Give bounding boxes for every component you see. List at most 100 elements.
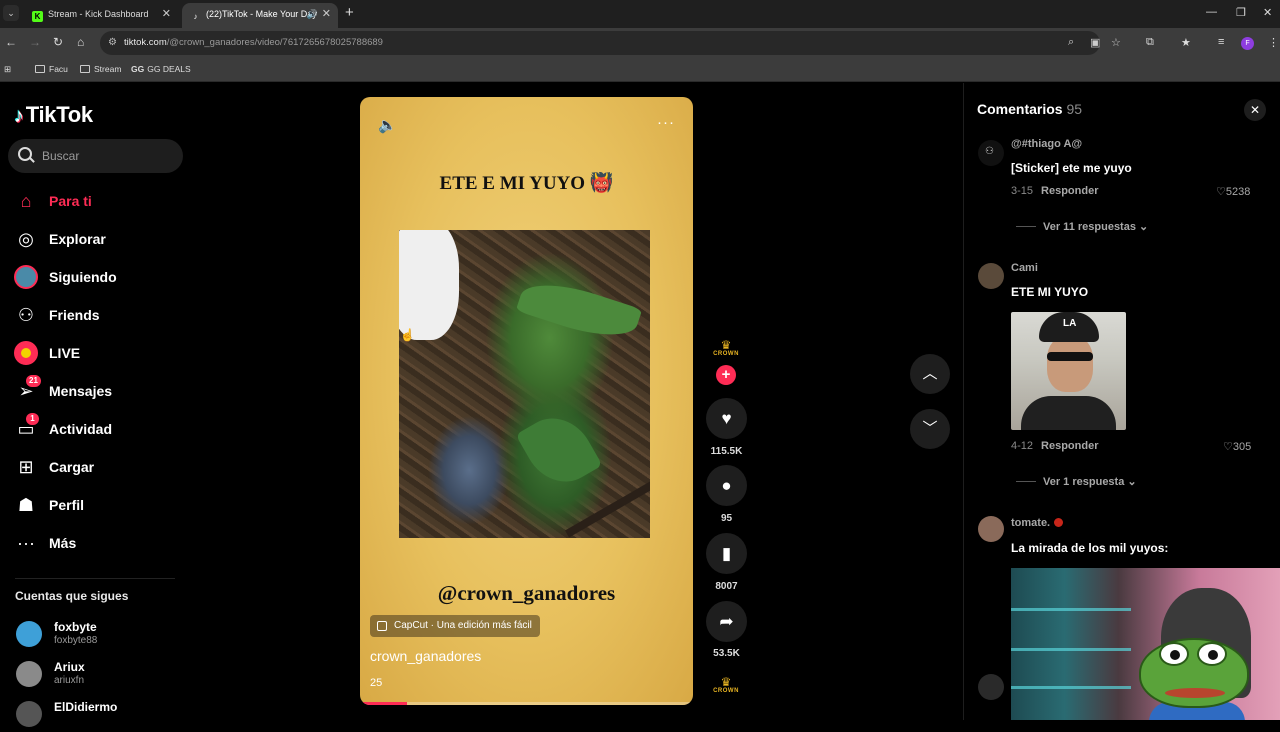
tab-kick-dashboard[interactable]: K Stream - Kick Dashboard ✕ bbox=[24, 3, 178, 28]
restore-icon[interactable]: ❐ bbox=[1236, 6, 1246, 19]
audio-playing-icon[interactable]: 🔊 bbox=[307, 3, 318, 25]
chevron-down-icon: ﹀ bbox=[922, 420, 938, 437]
bookmark-star-icon[interactable]: ☆ bbox=[1111, 36, 1121, 49]
search-input[interactable]: Buscar bbox=[8, 139, 183, 173]
close-tab-icon[interactable]: ✕ bbox=[162, 3, 171, 25]
sidebar-item-label: Mensajes bbox=[49, 383, 113, 399]
previous-video-button[interactable]: ︿ bbox=[910, 354, 950, 394]
progress-fill bbox=[360, 702, 407, 705]
video-author[interactable]: crown_ganadores bbox=[370, 648, 481, 664]
new-tab-button[interactable]: + bbox=[345, 4, 354, 21]
comment-meta: 4-12 Responder bbox=[1011, 440, 1099, 452]
video-player[interactable]: 🔈 ··· ETE E MI YUYO 👹 @crown_ganadores C… bbox=[360, 97, 693, 705]
sidebar-item-label: Explorar bbox=[49, 231, 106, 247]
tab-search-icon[interactable]: ⌄ bbox=[3, 5, 19, 21]
media-icon[interactable]: ≡ bbox=[1218, 36, 1224, 48]
sidebar-item-cargar[interactable]: ⊞ Cargar bbox=[14, 453, 184, 481]
comment-button[interactable]: ● bbox=[706, 465, 747, 506]
address-bar[interactable]: ⚙ tiktok.com/@crown_ganadores/video/7617… bbox=[100, 31, 1121, 55]
cast-icon[interactable]: ▣ bbox=[1090, 36, 1100, 49]
avatar[interactable] bbox=[978, 263, 1004, 289]
bookmark-gg-deals[interactable]: GG GG DEALS bbox=[131, 64, 191, 74]
follow-button[interactable]: + bbox=[716, 365, 736, 385]
site-info-icon[interactable]: ⚙ bbox=[108, 37, 117, 48]
bookmarks-icon[interactable]: ★ bbox=[1181, 36, 1191, 49]
view-replies-button[interactable]: Ver 11 respuestas ⌄ bbox=[1016, 220, 1148, 233]
comment-like-button[interactable]: ♡5238 bbox=[1216, 185, 1250, 198]
stick-shape bbox=[565, 470, 650, 538]
tiktok-logo[interactable]: ♪TikTok bbox=[14, 102, 93, 128]
folder-icon bbox=[80, 65, 90, 73]
view-replies-button[interactable]: Ver 1 respuesta ⌄ bbox=[1016, 475, 1137, 488]
extensions-icon[interactable]: ⧉ bbox=[1146, 36, 1154, 49]
image-shape bbox=[1047, 352, 1093, 361]
more-options-icon[interactable]: ··· bbox=[657, 114, 675, 131]
following-account[interactable]: ElDidiermo bbox=[16, 698, 176, 732]
save-button[interactable]: ▮ bbox=[706, 533, 747, 574]
reply-button[interactable]: Responder bbox=[1041, 185, 1098, 197]
sidebar-item-friends[interactable]: ⚇ Friends bbox=[14, 301, 184, 329]
next-video-button[interactable]: ﹀ bbox=[910, 409, 950, 449]
share-button[interactable]: ➦ bbox=[706, 601, 747, 642]
creator-badge-text: CROWN bbox=[713, 351, 739, 357]
comment-date: 3-15 bbox=[1011, 185, 1034, 197]
save-count: 8007 bbox=[715, 581, 738, 592]
minimize-icon[interactable]: — bbox=[1206, 6, 1217, 18]
divider bbox=[1016, 481, 1036, 482]
zoom-icon[interactable]: ⌕ bbox=[1068, 36, 1074, 49]
tab-tiktok[interactable]: ♪ (22)TikTok - Make Your Day 🔊 ✕ bbox=[182, 3, 338, 28]
reply-button[interactable]: Responder bbox=[1041, 440, 1098, 452]
comment-username[interactable]: @#thiago A@ bbox=[1011, 138, 1082, 150]
profile-avatar[interactable]: F bbox=[1241, 37, 1254, 50]
comment-like-button[interactable]: ♡305 bbox=[1223, 440, 1251, 453]
apps-grid-icon[interactable]: ⊞ bbox=[4, 64, 11, 75]
devil-emoji-icon: 👹 bbox=[589, 173, 614, 194]
like-button[interactable]: ♥ bbox=[706, 398, 747, 439]
video-progress-bar[interactable] bbox=[360, 702, 693, 705]
sidebar-item-siguiendo[interactable]: Siguiendo bbox=[14, 263, 184, 291]
sidebar-item-actividad[interactable]: ▭ 1 Actividad bbox=[14, 413, 184, 443]
leaf-shape bbox=[515, 404, 603, 496]
following-account[interactable]: foxbyte foxbyte88 bbox=[16, 618, 176, 652]
sound-disc[interactable]: ♛ CROWN bbox=[709, 676, 743, 694]
bookmark-facu[interactable]: Facu bbox=[35, 64, 68, 74]
comments-count: 95 bbox=[1066, 101, 1083, 117]
profile-icon: ☗ bbox=[17, 495, 35, 515]
sidebar-item-perfil[interactable]: ☗ Perfil bbox=[14, 491, 184, 519]
sidebar-item-mas[interactable]: ··· Más bbox=[14, 529, 184, 557]
creator-avatar[interactable]: ♛ CROWN bbox=[709, 339, 743, 362]
avatar[interactable]: ⚇ bbox=[978, 140, 1004, 166]
close-tab-icon[interactable]: ✕ bbox=[322, 3, 331, 25]
forward-icon[interactable]: → bbox=[29, 35, 41, 49]
comment-icon: ● bbox=[721, 476, 732, 495]
chevron-down-icon: ⌄ bbox=[1127, 476, 1137, 488]
sidebar-item-live[interactable]: LIVE bbox=[14, 339, 184, 367]
cap-logo-icon: LA bbox=[1063, 318, 1077, 329]
capcut-badge[interactable]: CapCut · Una edición más fácil bbox=[370, 615, 540, 637]
home-browser-icon[interactable]: ⌂ bbox=[77, 35, 84, 49]
comment-username[interactable]: tomate. bbox=[1011, 517, 1064, 529]
share-count: 53.5K bbox=[713, 648, 740, 659]
following-account[interactable]: Ariux ariuxfn bbox=[16, 658, 176, 692]
sidebar-item-para-ti[interactable]: ⌂ Para ti bbox=[14, 187, 184, 215]
account-name: ElDidiermo bbox=[54, 700, 118, 714]
menu-kebab-icon[interactable]: ⋮ bbox=[1268, 36, 1279, 49]
video-description: 25 bbox=[370, 677, 383, 689]
back-icon[interactable]: ← bbox=[5, 35, 17, 49]
comment-username[interactable]: Cami bbox=[1011, 262, 1038, 274]
reload-icon[interactable]: ↻ bbox=[53, 35, 63, 49]
comment-image[interactable]: LA bbox=[1011, 312, 1126, 430]
avatar[interactable] bbox=[978, 674, 1004, 700]
volume-icon[interactable]: 🔈 bbox=[378, 116, 397, 134]
close-window-icon[interactable]: ✕ bbox=[1263, 6, 1272, 19]
avatar[interactable] bbox=[978, 516, 1004, 542]
sidebar-item-mensajes[interactable]: ➢ 21 Mensajes bbox=[14, 375, 184, 405]
comment-like-count: 5238 bbox=[1225, 186, 1251, 198]
shelf-shape bbox=[1011, 608, 1131, 611]
logo-text: TikTok bbox=[25, 102, 93, 127]
comment-date: 4-12 bbox=[1011, 440, 1034, 452]
heart-outline-icon: ♡ bbox=[1223, 441, 1233, 453]
bookmark-stream[interactable]: Stream bbox=[80, 64, 121, 74]
sidebar-item-explorar[interactable]: ◎ Explorar bbox=[14, 225, 184, 253]
close-comments-button[interactable]: ✕ bbox=[1244, 99, 1266, 121]
